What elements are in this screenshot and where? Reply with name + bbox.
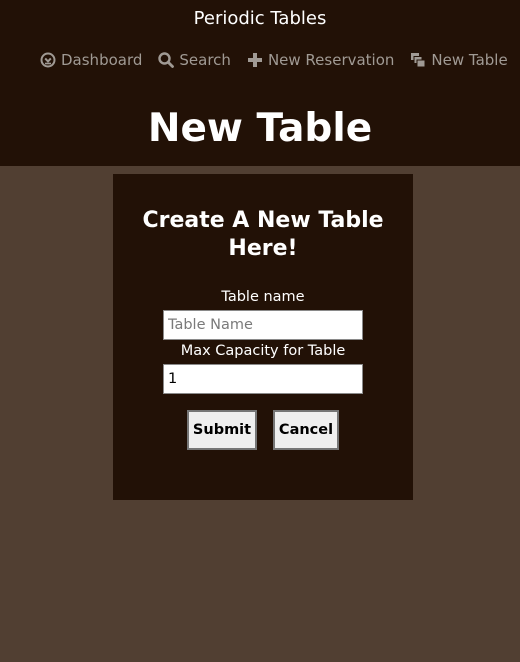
table-name-input[interactable] [163, 310, 363, 340]
nav-item-label: New Table [431, 51, 508, 69]
nav-bar: Dashboard Search New Reservation New Tab… [40, 49, 508, 71]
form-heading: Create A New Table Here! [142, 208, 384, 261]
capacity-label: Max Capacity for Table [180, 343, 346, 359]
capacity-input[interactable] [163, 364, 363, 394]
page-title: New Table [147, 106, 373, 151]
search-icon [158, 52, 175, 68]
new-table-form: Create A New Table Here! Table name Max … [113, 174, 413, 500]
plus-icon [247, 53, 262, 67]
submit-button[interactable]: Submit [187, 410, 257, 450]
header: Periodic Tables Dashboard Search New Res… [0, 0, 520, 166]
nav-item-new-table[interactable]: New Table [410, 51, 508, 69]
layers-icon [411, 53, 426, 68]
nav-item-new-reservation[interactable]: New Reservation [247, 51, 394, 69]
nav-item-label: Dashboard [61, 51, 143, 69]
cancel-button[interactable]: Cancel [273, 410, 339, 450]
app-title[interactable]: Periodic Tables [0, 8, 520, 29]
nav-item-label: New Reservation [267, 51, 395, 69]
dashboard-icon [40, 52, 56, 68]
nav-item-search[interactable]: Search [158, 51, 231, 69]
table-name-label: Table name [221, 289, 305, 305]
nav-item-dashboard[interactable]: Dashboard [40, 51, 142, 69]
nav-item-label: Search [179, 51, 231, 69]
